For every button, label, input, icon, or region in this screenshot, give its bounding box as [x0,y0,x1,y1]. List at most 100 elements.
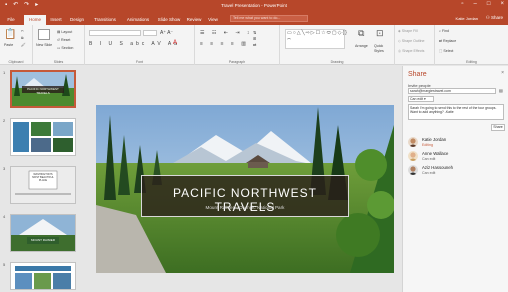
thumb-1-caption: PACIFIC NORTHWEST TRAVELS [27,87,59,95]
editing-label: Editing [466,60,477,64]
slide-thumbnail-1[interactable]: PACIFIC NORTHWEST TRAVELS [10,70,76,108]
slide-thumbnail-5[interactable] [10,262,76,290]
slide-subtitle[interactable]: Mount Rainier, , Olympic National Park [142,205,348,210]
tab-view[interactable]: View [206,15,220,25]
section-button[interactable]: ▭ Section [57,46,73,50]
layout-button[interactable]: ▤ Layout [57,30,72,34]
minimize-icon[interactable]: – [474,1,477,7]
paste-label[interactable]: Paste [4,43,13,47]
font-color-icon[interactable]: A [173,40,177,46]
select-label: Select [443,49,454,53]
shared-person-2[interactable]: Anne Wallace Can edit [408,150,504,164]
arrange-label[interactable]: Arrange [355,44,368,48]
shape-outline-label: Shape Outline [401,39,425,43]
new-slide-icon[interactable] [38,29,50,40]
grow-font-icon[interactable]: A⁺ A⁻ [160,30,173,36]
shape-effects-button[interactable]: ◎ Shape Effects [398,49,424,53]
shape-fill-button[interactable]: ◈ Shape Fill [398,29,418,33]
invite-email-input[interactable]: sarah@margiestravel.com [408,88,496,94]
font-size-dropdown[interactable] [143,30,157,36]
paragraph-label: Paragraph [228,60,246,64]
share-pane-title: Share [408,71,427,78]
font-name-dropdown[interactable] [89,30,141,36]
close-icon[interactable]: × [500,1,504,7]
maximize-icon[interactable]: □ [487,1,491,7]
avatar [408,151,418,161]
list-buttons[interactable]: ☰ ☷ ⇤ ⇥ ↕ [200,30,252,36]
text-direction-icon[interactable]: ⇅ ⊞ ⇄ [253,30,256,48]
address-book-icon[interactable]: ▤ [499,88,503,93]
shared-person-3[interactable]: Aziz Hassouneh Can edit [408,164,504,178]
reset-label: Reset [61,38,71,42]
find-button[interactable]: ⌕ Find [439,29,449,33]
share-label: Share [490,15,503,20]
ribbon-tabs: File Home Insert Design Transitions Anim… [0,12,508,25]
thumb-number: 2 [3,118,6,123]
slide-title-box[interactable]: PACIFIC NORTHWEST TRAVELS Mount Rainier,… [141,175,349,217]
tab-home[interactable]: Home [24,15,46,25]
drawing-label: Drawing [330,60,344,64]
cut-icon[interactable]: ✂ [21,29,24,33]
copy-icon[interactable]: ⧉ [21,36,24,40]
font-label: Font [135,60,143,64]
slide-thumbnail-3[interactable]: WASHINGTON'S MOST BEAUTIFUL PLACE [10,166,76,204]
reset-button[interactable]: ↺ Reset [57,38,70,42]
shape-effects-label: Shape Effects [402,49,425,53]
message-textarea[interactable]: Sarah I'm going to send this to the rest… [408,104,504,120]
thumb-number: 3 [3,166,6,171]
find-label: Find [442,29,450,33]
person-name: Anne Wallace [422,151,449,156]
thumb-number: 1 [3,70,6,75]
shape-outline-button[interactable]: ◇ Shape Outline [398,39,425,43]
tab-slide-show[interactable]: Slide Show [156,15,182,25]
thumb-2-image [11,119,75,155]
replace-button[interactable]: ⇄ Replace [439,39,456,43]
avatar [408,165,418,175]
arrange-icon[interactable]: ⧉ [358,28,364,39]
slide-thumbnail-4[interactable]: MOUNT RAINIER [10,214,76,252]
quick-styles-icon[interactable]: ⊡ [376,28,384,39]
slide-thumbnails-pane: 1 PACIFIC NORTHWEST TRAVELS 2 3 WASHINGT… [0,66,88,292]
font-format-buttons[interactable]: B I U S abc AV Aa [89,41,180,47]
clipboard-label: Clipboard [8,60,24,64]
share-submit-button[interactable]: Share [491,124,505,131]
ribbon: 📋 Paste ✂ ⧉ 🖌 Clipboard New Slide ▤ Layo… [0,25,508,65]
quick-styles-label[interactable]: Quick Styles [374,44,392,54]
chevron-down-icon: ▾ [423,97,426,101]
font-group: A⁺ A⁻ B I U S abc AV Aa A Font [85,25,195,65]
ribbon-options-icon[interactable]: ▫ [461,1,463,7]
new-slide-label[interactable]: New Slide [36,43,52,47]
thumb-4-image [11,215,75,251]
shapes-gallery[interactable]: ▭○△╲⇨▷☐☆⬭▢◇{}⌒ [285,29,347,49]
slides-group: New Slide ▤ Layout ↺ Reset ▭ Section Sli… [33,25,85,65]
close-pane-icon[interactable]: × [501,70,504,76]
format-painter-icon[interactable]: 🖌 [21,43,26,47]
select-button[interactable]: ⬚ Select [439,49,453,53]
slide-canvas[interactable]: PACIFIC NORTHWEST TRAVELS Mount Rainier,… [96,105,394,273]
editing-group: ⌕ Find ⇄ Replace ⬚ Select Editing [435,25,508,65]
share-button-top[interactable]: ⚇ Share [486,15,503,21]
shape-fill-label: Shape Fill [401,29,418,33]
tab-design[interactable]: Design [68,15,86,25]
tell-me-input[interactable]: Tell me what you want to do... [230,15,308,22]
title-bar: ▪ ↶ ↷ ▸ Travel Presentation - PowerPoint… [0,0,508,12]
tab-review[interactable]: Review [185,15,203,25]
permission-dropdown[interactable]: Can edit ▾ [408,96,434,102]
align-buttons[interactable]: ≡ ≡ ≡ ≡ ▥ [200,41,249,47]
layout-label: Layout [61,30,73,34]
person-name: Aziz Hassouneh [422,165,454,170]
tab-transitions[interactable]: Transitions [90,15,120,25]
tab-animations[interactable]: Animations [123,15,153,25]
slide-thumbnail-2[interactable] [10,118,76,156]
thumb-3-caption: WASHINGTON'S MOST BEAUTIFUL PLACE [32,173,54,182]
slides-label: Slides [53,60,64,64]
clipboard-group: 📋 Paste ✂ ⧉ 🖌 Clipboard [0,25,33,65]
tab-insert[interactable]: Insert [48,15,64,25]
user-name[interactable]: Katie Jordan [456,16,478,21]
shared-person-1[interactable]: Katie Jordan Editing [408,136,504,150]
person-status: Can edit [422,157,436,161]
tab-file[interactable]: File [4,15,18,25]
share-pane: Share × Invite people sarah@margiestrave… [402,66,508,292]
thumb-number: 4 [3,214,6,219]
paste-icon[interactable]: 📋 [4,29,16,40]
